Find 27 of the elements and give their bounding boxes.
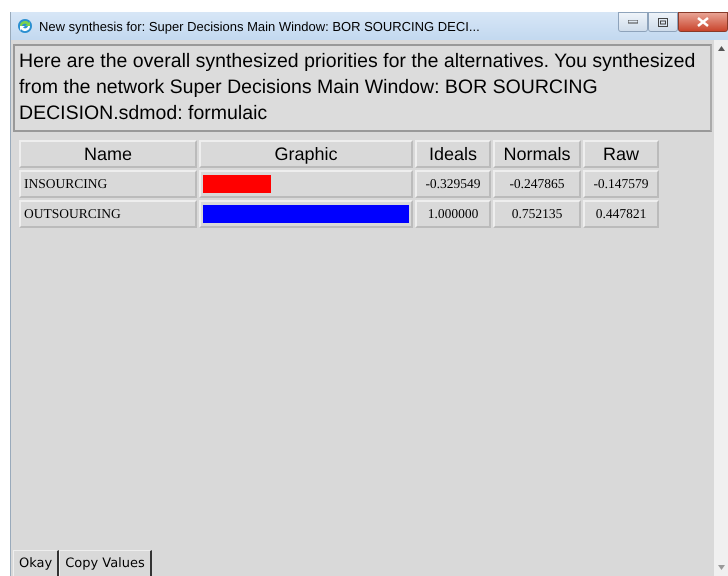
minimize-icon — [628, 20, 638, 24]
column-header: Raw — [583, 140, 659, 168]
scrollbar[interactable] — [714, 40, 728, 576]
maximize-button[interactable] — [648, 12, 678, 32]
scroll-down-icon — [718, 565, 724, 570]
table-cell: INSOURCING — [19, 170, 197, 198]
table-cell: -0.147579 — [583, 170, 659, 198]
column-header: Graphic — [199, 140, 413, 168]
minimize-button[interactable] — [618, 12, 648, 32]
window-title: New synthesis for: Super Decisions Main Window: BOR SOURCING DECI... — [39, 18, 480, 34]
column-header: Name — [19, 140, 197, 168]
action-button[interactable]: Okay — [13, 550, 60, 576]
column-header: Normals — [493, 140, 581, 168]
table-cell: 0.752135 — [493, 200, 581, 228]
table-cell: -0.329549 — [415, 170, 491, 198]
message-text: Here are the overall synthesized priorities for the alternatives. You synthesized from the network Super Decisions Main Window: BOR SOURCING DECISION.sdmod: formulaic — [13, 44, 712, 132]
column-header: Ideals — [415, 140, 491, 168]
table-cell: 1.000000 — [415, 200, 491, 228]
refresh-icon — [17, 18, 33, 34]
action-button[interactable]: Copy Values — [59, 550, 152, 576]
table-cell: OUTSOURCING — [19, 200, 197, 228]
table-cell: -0.247865 — [493, 170, 581, 198]
table-cell: 0.447821 — [583, 200, 659, 228]
close-icon — [697, 17, 709, 27]
maximize-icon — [658, 18, 668, 26]
scroll-up-icon — [718, 46, 724, 51]
close-button[interactable] — [678, 12, 728, 32]
